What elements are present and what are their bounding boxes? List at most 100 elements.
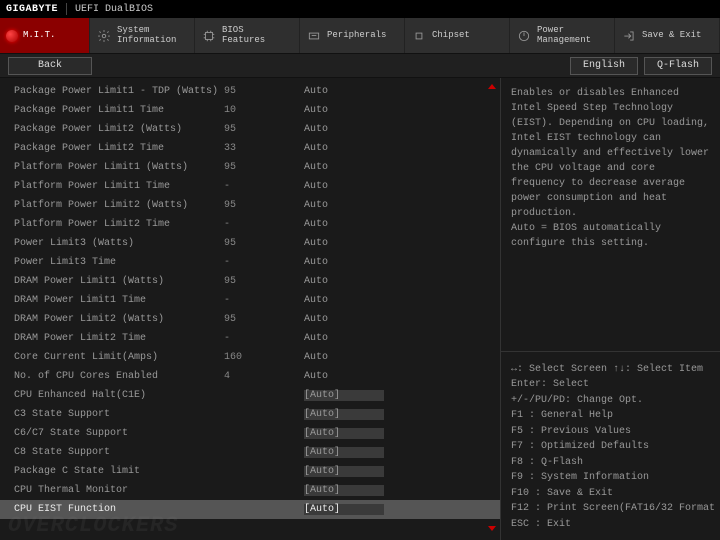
setting-row[interactable]: Platform Power Limit2 Time-Auto: [0, 215, 500, 234]
key-hint: ESC : Exit: [511, 517, 710, 533]
setting-label: Power Limit3 Time: [14, 257, 224, 268]
setting-label: Platform Power Limit1 Time: [14, 181, 224, 192]
nav-system-information[interactable]: System Information: [90, 18, 195, 53]
title-bar: GIGABYTE UEFI DualBIOS: [0, 0, 720, 18]
setting-value: -: [224, 257, 304, 268]
main-area: Package Power Limit1 - TDP (Watts)95Auto…: [0, 78, 720, 540]
key-hint: Enter: Select: [511, 377, 710, 393]
back-label: Back: [38, 60, 62, 71]
setting-row[interactable]: Package Power Limit2 Time33Auto: [0, 139, 500, 158]
setting-value: 95: [224, 238, 304, 249]
setting-mode: Auto: [304, 181, 384, 192]
setting-row[interactable]: DRAM Power Limit1 Time-Auto: [0, 291, 500, 310]
setting-mode: [Auto]: [304, 504, 384, 515]
setting-mode: Auto: [304, 219, 384, 230]
nav-saveexit-label: Save & Exit: [642, 31, 701, 41]
nav-power-management[interactable]: Power Management: [510, 18, 615, 53]
setting-mode: Auto: [304, 143, 384, 154]
settings-list: Package Power Limit1 - TDP (Watts)95Auto…: [0, 78, 500, 523]
setting-label: C6/C7 State Support: [14, 428, 224, 439]
setting-row[interactable]: C3 State Support[Auto]: [0, 405, 500, 424]
language-button[interactable]: English: [570, 57, 638, 75]
key-hint: F7 : Optimized Defaults: [511, 439, 710, 455]
setting-row[interactable]: Package Power Limit1 - TDP (Watts)95Auto: [0, 82, 500, 101]
power-icon: [516, 28, 532, 44]
setting-label: Package Power Limit1 - TDP (Watts): [14, 86, 224, 97]
setting-mode: Auto: [304, 200, 384, 211]
nav-save-exit[interactable]: Save & Exit: [615, 18, 720, 53]
gear-icon: [96, 28, 112, 44]
setting-label: Package Power Limit2 (Watts): [14, 124, 224, 135]
setting-row[interactable]: DRAM Power Limit2 Time-Auto: [0, 329, 500, 348]
setting-label: Package Power Limit1 Time: [14, 105, 224, 116]
setting-row[interactable]: Platform Power Limit2 (Watts)95Auto: [0, 196, 500, 215]
setting-row[interactable]: CPU Enhanced Halt(C1E) [Auto]: [0, 386, 500, 405]
key-hint: F1 : General Help: [511, 408, 710, 424]
mit-dot-icon: [6, 30, 18, 42]
separator: [66, 3, 67, 15]
scroll-up-icon[interactable]: [488, 84, 496, 92]
setting-value: 95: [224, 276, 304, 287]
setting-value: 160: [224, 352, 304, 363]
qflash-label: Q-Flash: [657, 60, 699, 71]
setting-mode: [Auto]: [304, 390, 384, 401]
settings-panel: Package Power Limit1 - TDP (Watts)95Auto…: [0, 78, 500, 540]
setting-row[interactable]: Platform Power Limit1 Time-Auto: [0, 177, 500, 196]
setting-value: 10: [224, 105, 304, 116]
nav-bios-features[interactable]: BIOS Features: [195, 18, 300, 53]
setting-row[interactable]: Power Limit3 (Watts)95Auto: [0, 234, 500, 253]
nav-bios-label: BIOS Features: [222, 26, 265, 46]
setting-label: Platform Power Limit1 (Watts): [14, 162, 224, 173]
setting-label: Package Power Limit2 Time: [14, 143, 224, 154]
setting-value: -: [224, 333, 304, 344]
scroll-down-icon[interactable]: [488, 526, 496, 534]
chip-icon: [201, 28, 217, 44]
setting-row[interactable]: DRAM Power Limit2 (Watts)95Auto: [0, 310, 500, 329]
setting-row[interactable]: Package Power Limit1 Time10Auto: [0, 101, 500, 120]
setting-label: Power Limit3 (Watts): [14, 238, 224, 249]
setting-row[interactable]: Package Power Limit2 (Watts)95Auto: [0, 120, 500, 139]
chipset-icon: [411, 28, 427, 44]
setting-mode: [Auto]: [304, 466, 384, 477]
bios-subtitle: UEFI DualBIOS: [75, 4, 153, 15]
key-hint: +/-/PU/PD: Change Opt.: [511, 393, 710, 409]
setting-row[interactable]: CPU Thermal Monitor[Auto]: [0, 481, 500, 500]
setting-label: C3 State Support: [14, 409, 224, 420]
setting-row[interactable]: C6/C7 State Support[Auto]: [0, 424, 500, 443]
setting-label: Platform Power Limit2 Time: [14, 219, 224, 230]
setting-label: CPU Enhanced Halt(C1E): [14, 390, 224, 401]
back-button[interactable]: Back: [8, 57, 92, 75]
setting-row[interactable]: Core Current Limit(Amps)160Auto: [0, 348, 500, 367]
key-hint: F10 : Save & Exit: [511, 486, 710, 502]
nav-sysinfo-label: System Information: [117, 26, 176, 46]
nav-chipset[interactable]: Chipset: [405, 18, 510, 53]
setting-mode: Auto: [304, 371, 384, 382]
setting-mode: Auto: [304, 295, 384, 306]
setting-value: 4: [224, 371, 304, 382]
setting-row[interactable]: Power Limit3 Time-Auto: [0, 253, 500, 272]
setting-row[interactable]: Platform Power Limit1 (Watts)95Auto: [0, 158, 500, 177]
setting-label: Package C State limit: [14, 466, 224, 477]
key-hints: ↔: Select Screen ↑↓: Select Item Enter: …: [501, 358, 720, 540]
setting-row[interactable]: DRAM Power Limit1 (Watts)95Auto: [0, 272, 500, 291]
setting-value: -: [224, 295, 304, 306]
nav-mit[interactable]: M.I.T.: [0, 18, 90, 53]
setting-row[interactable]: Package C State limit [Auto]: [0, 462, 500, 481]
setting-mode: Auto: [304, 162, 384, 173]
setting-value: -: [224, 181, 304, 192]
setting-mode: Auto: [304, 333, 384, 344]
help-text: Enables or disables Enhanced Intel Speed…: [501, 78, 720, 347]
setting-label: DRAM Power Limit1 Time: [14, 295, 224, 306]
setting-row[interactable]: No. of CPU Cores Enabled4Auto: [0, 367, 500, 386]
key-hint: F5 : Previous Values: [511, 424, 710, 440]
setting-row[interactable]: CPU EIST Function[Auto]: [0, 500, 500, 519]
peripherals-icon: [306, 28, 322, 44]
setting-label: Platform Power Limit2 (Watts): [14, 200, 224, 211]
exit-icon: [621, 28, 637, 44]
nav-peripherals[interactable]: Peripherals: [300, 18, 405, 53]
qflash-button[interactable]: Q-Flash: [644, 57, 712, 75]
setting-value: 95: [224, 162, 304, 173]
brand-label: GIGABYTE: [6, 4, 58, 15]
setting-row[interactable]: C8 State Support[Auto]: [0, 443, 500, 462]
main-nav: M.I.T. System Information BIOS Features …: [0, 18, 720, 54]
